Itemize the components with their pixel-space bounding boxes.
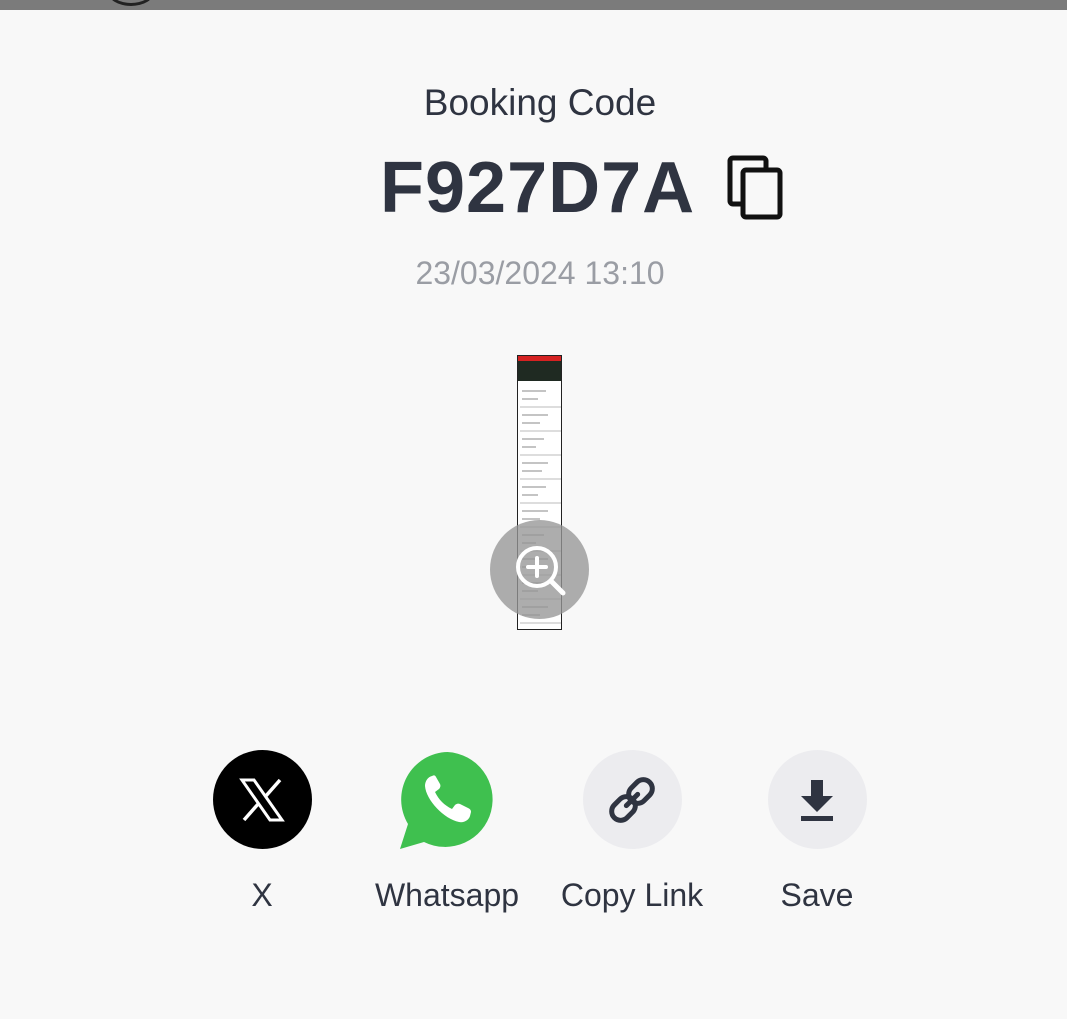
- share-x-label: X: [251, 877, 273, 913]
- thumbnail-brand-bar: [518, 361, 561, 381]
- zoom-button[interactable]: [490, 520, 589, 619]
- booking-datetime: 23/03/2024 13:10: [415, 255, 665, 291]
- booking-code-row: F927D7A: [380, 148, 785, 228]
- top-bar-partial-icon: [108, 0, 154, 6]
- x-logo-icon: [239, 778, 285, 821]
- zoom-in-icon: [516, 546, 566, 596]
- booking-code-value: F927D7A: [380, 148, 696, 228]
- link-icon: [609, 776, 655, 823]
- save-label: Save: [780, 877, 854, 913]
- top-bar: [0, 0, 1067, 10]
- share-copy-link[interactable]: Copy Link: [547, 750, 717, 914]
- share-x-button[interactable]: [212, 750, 312, 849]
- share-whatsapp[interactable]: Whatsapp: [362, 750, 532, 914]
- copy-link-label: Copy Link: [560, 877, 704, 913]
- booking-code-label: Booking Code: [423, 82, 657, 123]
- copy-icon[interactable]: [727, 155, 785, 221]
- share-save[interactable]: Save: [732, 750, 902, 914]
- save-button[interactable]: [767, 750, 867, 849]
- download-icon: [801, 779, 833, 821]
- whatsapp-icon: [399, 752, 493, 849]
- share-whatsapp-label: Whatsapp: [374, 877, 520, 913]
- share-whatsapp-button[interactable]: [398, 750, 497, 849]
- share-x[interactable]: X: [177, 750, 347, 914]
- copy-link-button[interactable]: [582, 750, 682, 849]
